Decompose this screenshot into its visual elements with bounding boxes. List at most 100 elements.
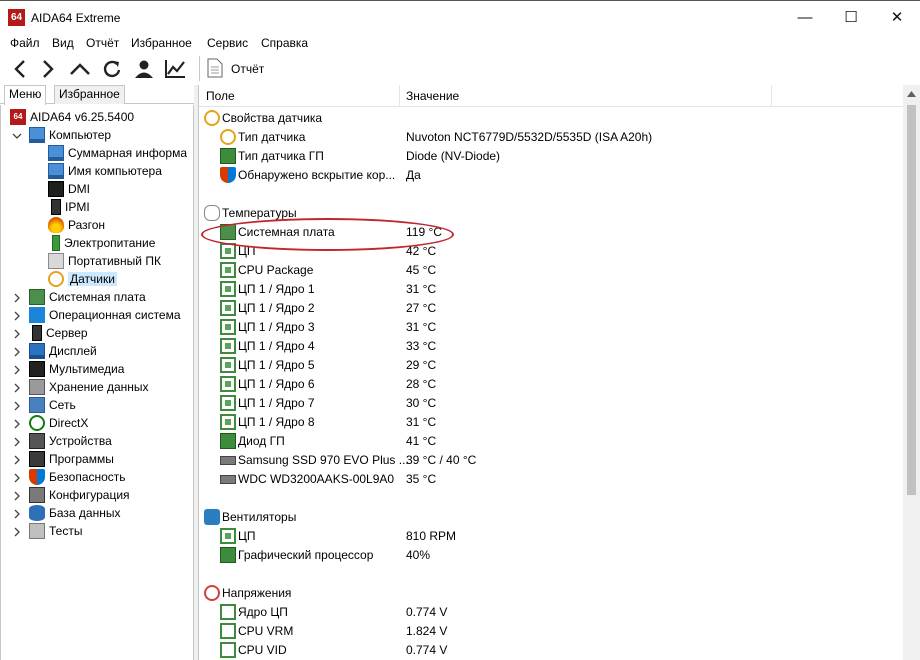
chevron-right-icon[interactable] [12,292,22,303]
tree-item-summary[interactable]: Суммарная информа [48,144,187,162]
tree-item-security[interactable]: Безопасность [29,468,126,486]
list-item[interactable]: ЦП 1 / Ядро 5 29 °C [199,356,903,375]
chevron-right-icon[interactable] [12,346,22,357]
tree-item-server[interactable]: Сервер [29,324,88,342]
list-item[interactable]: ЦП 1 / Ядро 6 28 °C [199,375,903,394]
user-icon[interactable] [131,56,157,82]
tree-item-computer-name[interactable]: Имя компьютера [48,162,162,180]
chevron-right-icon[interactable] [12,382,22,393]
list-item[interactable]: Samsung SSD 970 EVO Plus ... 39 °C / 40 … [199,451,903,470]
chevron-right-icon[interactable] [12,400,22,411]
tree-item-sensors[interactable]: Датчики [48,270,117,288]
list-item[interactable]: Обнаружено вскрытие кор... Да [199,166,903,185]
list-item[interactable]: Графический процессор 40% [199,546,903,565]
field-label: WDC WD3200AAKS-00L9A0 [238,472,395,486]
section-sensor-props[interactable]: Свойства датчика [199,109,903,128]
chevron-right-icon[interactable] [12,310,22,321]
list-item[interactable]: ЦП 1 / Ядро 2 27 °C [199,299,903,318]
list-item[interactable]: ЦП 1 / Ядро 8 31 °C [199,413,903,432]
forward-icon[interactable] [35,56,61,82]
menu-service[interactable]: Сервис [207,36,248,50]
tree-item-directx[interactable]: DirectX [29,414,88,432]
column-divider[interactable] [399,85,400,107]
section-fans[interactable]: Вентиляторы [199,508,903,527]
tab-menu[interactable]: Меню [4,85,47,105]
report-label: Отчёт [231,62,265,76]
list-item[interactable]: ЦП 1 / Ядро 1 31 °C [199,280,903,299]
tree-item-database[interactable]: База данных [29,504,120,522]
field-label: CPU Package [238,263,314,277]
list-item[interactable]: Диод ГП 41 °C [199,432,903,451]
chevron-right-icon[interactable] [12,418,22,429]
column-field[interactable]: Поле [206,89,235,103]
tree-item-power[interactable]: Электропитание [48,234,155,252]
tree-item-config[interactable]: Конфигурация [29,486,130,504]
tree-item-portable[interactable]: Портативный ПК [48,252,161,270]
list-item[interactable]: ЦП 810 RPM [199,527,903,546]
storage-icon [29,379,45,395]
chevron-right-icon[interactable] [12,436,22,447]
tree-item-overclock[interactable]: Разгон [48,216,105,234]
config-icon [29,487,45,503]
section-voltages[interactable]: Напряжения [199,584,903,603]
chevron-right-icon[interactable] [12,364,22,375]
menu-report[interactable]: Отчёт [86,36,119,50]
list-item[interactable]: CPU VID 0.774 V [199,641,903,660]
tree-item-label: База данных [49,506,121,520]
tree-item-computer[interactable]: Компьютер [29,126,111,144]
refresh-icon[interactable] [99,56,125,82]
scroll-up-icon[interactable] [903,85,920,102]
chevron-right-icon[interactable] [12,526,22,537]
tree-item-motherboard[interactable]: Системная плата [29,288,146,306]
menu-help[interactable]: Справка [261,36,308,50]
tree-item-tests[interactable]: Тесты [29,522,82,540]
close-button[interactable]: ✕ [874,1,920,34]
list-item[interactable]: ЦП 1 / Ядро 4 33 °C [199,337,903,356]
maximize-button[interactable]: ☐ [828,1,874,34]
chevron-right-icon[interactable] [12,328,22,339]
up-icon[interactable] [67,56,93,82]
tree-item-dmi[interactable]: DMI [48,180,90,198]
menu-view[interactable]: Вид [52,36,74,50]
list-item[interactable]: Тип датчика ГП Diode (NV-Diode) [199,147,903,166]
list-item[interactable]: CPU VRM 1.824 V [199,622,903,641]
gpu-icon [220,433,236,449]
tree-item-programs[interactable]: Программы [29,450,114,468]
minimize-button[interactable]: — [782,1,828,34]
tab-favorites[interactable]: Избранное [54,85,125,104]
chevron-right-icon[interactable] [12,454,22,465]
report-button[interactable]: Отчёт [207,55,264,83]
column-value[interactable]: Значение [406,89,459,103]
menu-file[interactable]: Файл [10,36,40,50]
list-item[interactable]: ЦП 1 / Ядро 3 31 °C [199,318,903,337]
chevron-right-icon[interactable] [12,508,22,519]
tree-item-label: IPMI [65,200,90,214]
list-item[interactable]: Ядро ЦП 0.774 V [199,603,903,622]
column-divider[interactable] [771,85,772,107]
vertical-scrollbar[interactable] [903,85,920,660]
tree-item-os[interactable]: Операционная система [29,306,181,324]
field-value: 27 °C [406,301,437,315]
tree-item-ipmi[interactable]: IPMI [48,198,90,216]
tree-item-display[interactable]: Дисплей [29,342,97,360]
tree-item-devices[interactable]: Устройства [29,432,112,450]
menu-favorites[interactable]: Избранное [131,36,192,50]
scroll-thumb[interactable] [907,105,916,495]
list-item[interactable]: CPU Package 45 °C [199,261,903,280]
chevron-down-icon[interactable] [12,130,22,140]
list-item[interactable]: WDC WD3200AAKS-00L9A0 35 °C [199,470,903,489]
tree-item-multimedia[interactable]: Мультимедиа [29,360,124,378]
left-panel: Меню Избранное 64 AIDA64 v6.25.5400 Комп… [0,85,194,660]
tree-item-label: Хранение данных [49,380,149,394]
section-title: Температуры [222,206,297,220]
field-value: 41 °C [406,434,437,448]
list-item[interactable]: Тип датчика Nuvoton NCT6779D/5532D/5535D… [199,128,903,147]
tree-item-storage[interactable]: Хранение данных [29,378,149,396]
tree-item-network[interactable]: Сеть [29,396,76,414]
tree-root[interactable]: 64 AIDA64 v6.25.5400 [10,108,134,126]
back-icon[interactable] [7,56,33,82]
chevron-right-icon[interactable] [12,472,22,483]
chevron-right-icon[interactable] [12,490,22,501]
chart-icon[interactable] [162,56,188,82]
list-item[interactable]: ЦП 1 / Ядро 7 30 °C [199,394,903,413]
